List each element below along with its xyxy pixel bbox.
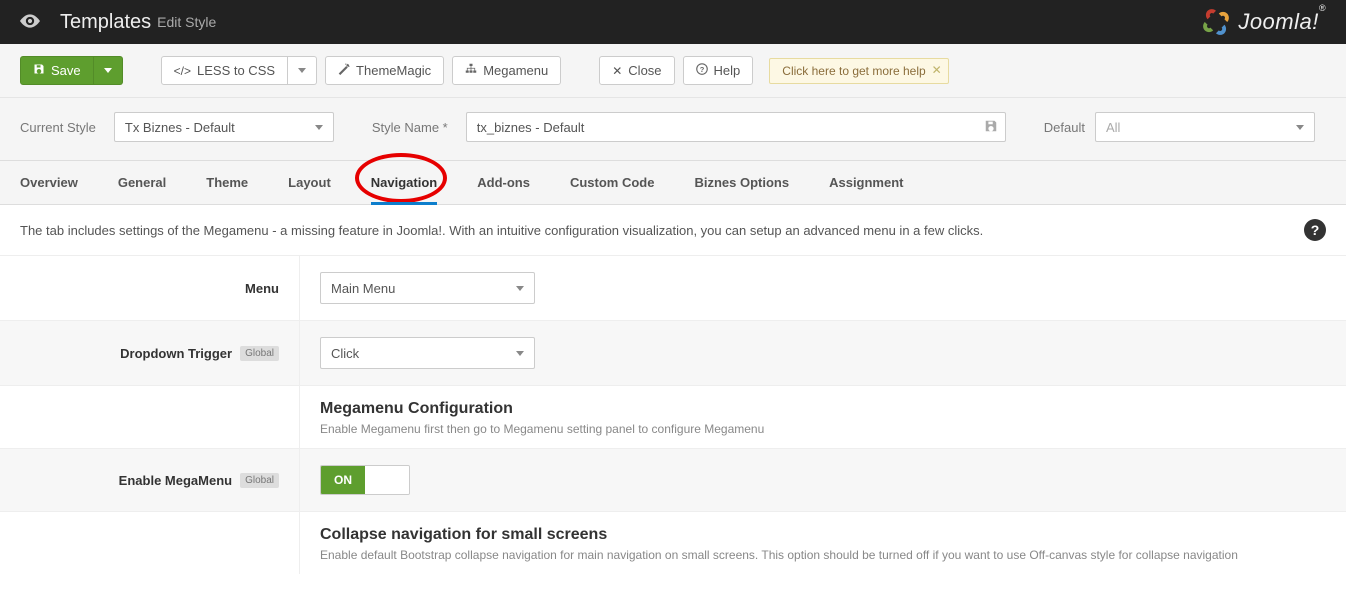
default-label: Default [1044, 120, 1085, 135]
tab-assignment[interactable]: Assignment [829, 161, 903, 204]
row-menu: Menu Main Menu [0, 256, 1346, 321]
style-filter-row: Current Style Tx Biznes - Default Style … [0, 98, 1346, 161]
tab-navigation[interactable]: Navigation [371, 161, 437, 204]
save-name-icon[interactable] [984, 119, 998, 136]
tab-description-row: The tab includes settings of the Megamen… [0, 205, 1346, 256]
caret-down-icon [1296, 122, 1304, 133]
tabs: Overview General Theme Layout Navigation… [0, 161, 1346, 205]
help-question-icon[interactable]: ? [1304, 219, 1326, 241]
caret-down-icon [516, 348, 524, 359]
sitemap-icon [465, 63, 477, 78]
view-site-icon[interactable] [20, 12, 40, 33]
global-badge: Global [240, 473, 279, 488]
default-select[interactable]: All [1095, 112, 1315, 142]
page-title: Templates [60, 11, 151, 34]
tab-description: The tab includes settings of the Megamen… [20, 223, 983, 238]
page-subtitle: Edit Style [157, 14, 216, 30]
enable-megamenu-label: Enable MegaMenu [119, 473, 232, 488]
close-button[interactable]: ✕ Close [599, 56, 674, 85]
x-icon: ✕ [612, 64, 622, 78]
caret-down-icon [315, 122, 323, 133]
joomla-logo: Joomla!® [1202, 8, 1326, 36]
less-to-css-dropdown-toggle[interactable] [288, 56, 317, 85]
code-icon: </> [174, 64, 191, 78]
enable-megamenu-toggle[interactable]: ON [320, 465, 410, 495]
tab-biznes-options[interactable]: Biznes Options [694, 161, 789, 204]
titlebar: Templates Edit Style Joomla!® [0, 0, 1346, 44]
wand-icon [338, 63, 350, 78]
tab-theme[interactable]: Theme [206, 161, 248, 204]
global-badge: Global [240, 346, 279, 361]
save-dropdown-toggle[interactable] [94, 56, 123, 85]
close-icon[interactable]: ✕ [932, 63, 942, 77]
current-style-select[interactable]: Tx Biznes - Default [114, 112, 334, 142]
menu-label: Menu [245, 281, 279, 296]
collapse-nav-desc: Enable default Bootstrap collapse naviga… [320, 548, 1326, 562]
megamenu-config-title: Megamenu Configuration [320, 400, 1326, 418]
tab-addons[interactable]: Add-ons [477, 161, 530, 204]
tab-custom-code[interactable]: Custom Code [570, 161, 655, 204]
floppy-icon [33, 63, 45, 78]
help-bubble[interactable]: Click here to get more help ✕ [769, 58, 948, 84]
row-dropdown-trigger: Dropdown Trigger Global Click [0, 321, 1346, 386]
less-to-css-button[interactable]: </> LESS to CSS [161, 56, 288, 85]
row-collapse-header: Collapse navigation for small screens En… [0, 512, 1346, 574]
svg-text:?: ? [699, 65, 704, 74]
save-button[interactable]: Save [20, 56, 94, 85]
style-name-input[interactable] [466, 112, 1006, 142]
collapse-nav-title: Collapse navigation for small screens [320, 526, 1326, 544]
dropdown-trigger-select[interactable]: Click [320, 337, 535, 369]
question-icon: ? [696, 63, 708, 78]
toolbar: Save </> LESS to CSS ThemeMagic Megamenu… [0, 44, 1346, 98]
navigation-form: Menu Main Menu Dropdown Trigger Global C… [0, 256, 1346, 574]
tab-general[interactable]: General [118, 161, 166, 204]
caret-down-icon [516, 283, 524, 294]
megamenu-button[interactable]: Megamenu [452, 56, 561, 85]
row-megamenu-header: Megamenu Configuration Enable Megamenu f… [0, 386, 1346, 449]
tab-overview[interactable]: Overview [20, 161, 78, 204]
dropdown-trigger-label: Dropdown Trigger [120, 346, 232, 361]
joomla-icon [1202, 8, 1230, 36]
current-style-label: Current Style [20, 120, 96, 135]
megamenu-config-desc: Enable Megamenu first then go to Megamen… [320, 422, 1326, 436]
help-button[interactable]: ? Help [683, 56, 754, 85]
tab-layout[interactable]: Layout [288, 161, 331, 204]
style-name-label: Style Name * [372, 120, 448, 135]
thememagic-button[interactable]: ThemeMagic [325, 56, 444, 85]
row-enable-megamenu: Enable MegaMenu Global ON [0, 449, 1346, 512]
menu-select[interactable]: Main Menu [320, 272, 535, 304]
